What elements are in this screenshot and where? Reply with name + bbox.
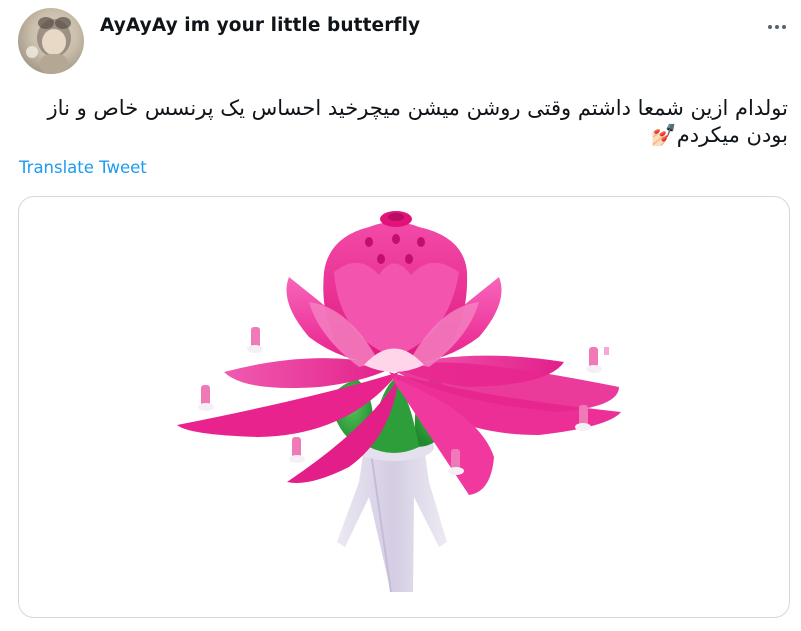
more-options-button[interactable]: [764, 14, 790, 40]
lotus-candle-image: [177, 211, 621, 593]
tweet-text: تولدام ازین شمعا داشتم وقتی روشن میشن می…: [18, 95, 788, 149]
translate-tweet-link[interactable]: Translate Tweet: [19, 158, 147, 177]
more-horizontal-icon: [768, 25, 786, 29]
tweet-text-line: تولدام ازین شمعا داشتم وقتی روشن میشن می…: [47, 96, 788, 120]
display-name[interactable]: AyAyAy im your little butterfly: [100, 15, 420, 36]
tweet-text-line: بودن میکردم💅🏻: [650, 123, 788, 147]
tweet-media[interactable]: [18, 196, 790, 618]
avatar[interactable]: [18, 8, 84, 74]
avatar-image: [26, 17, 71, 74]
